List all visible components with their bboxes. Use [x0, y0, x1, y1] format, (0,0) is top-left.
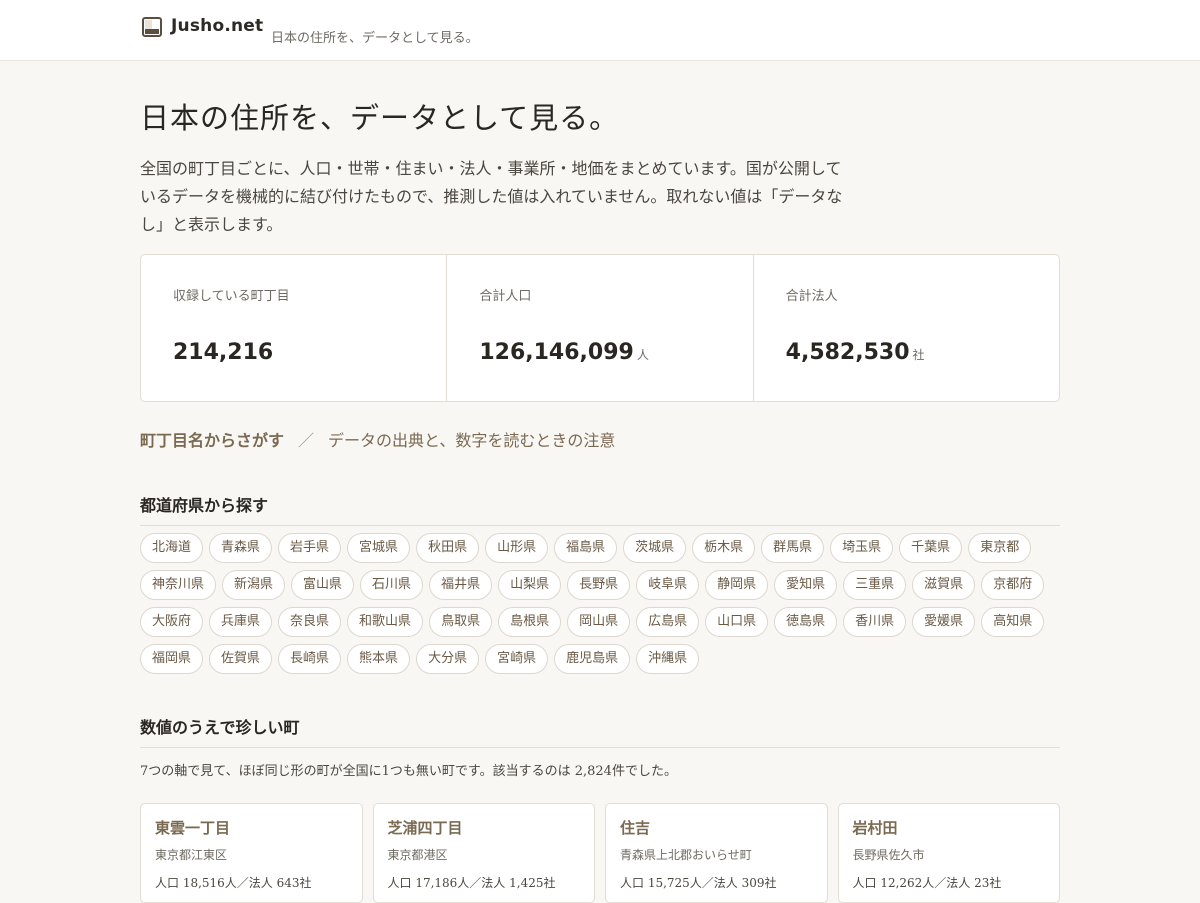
prefecture-link[interactable]: 山形県	[485, 533, 549, 563]
stat-corporations: 合計法人 4,582,530 社	[752, 255, 1059, 401]
prefecture-link[interactable]: 愛知県	[774, 570, 838, 600]
prefecture-link[interactable]: 京都府	[981, 570, 1045, 600]
header-inner: Jusho.net 日本の住所を、データとして見る。	[140, 0, 1060, 60]
stat-label: 合計人口	[479, 289, 532, 304]
prefecture-link[interactable]: 富山県	[291, 570, 355, 600]
stat-value: 126,146,099 人	[479, 340, 649, 365]
prefecture-link[interactable]: 和歌山県	[347, 607, 424, 637]
stat-population: 合計人口 126,146,099 人	[446, 255, 752, 401]
town-card[interactable]: 岩村田 長野県佐久市 人口 12,262人／法人 23社	[837, 803, 1060, 903]
stat-value: 4,582,530 社	[786, 340, 925, 365]
prefecture-link[interactable]: 宮崎県	[485, 644, 549, 674]
town-card[interactable]: 住吉 青森県上北郡おいらせ町 人口 15,725人／法人 309社	[605, 803, 828, 903]
town-name[interactable]: 芝浦四丁目	[388, 817, 595, 838]
prefecture-link[interactable]: 香川県	[843, 607, 907, 637]
prefecture-link[interactable]: 神奈川県	[140, 570, 217, 600]
town-address: 青森県上北郡おいらせ町	[620, 848, 752, 862]
prefecture-link[interactable]: 茨城県	[623, 533, 687, 563]
nav-separator: ／	[298, 431, 315, 450]
stat-towns: 収録している町丁目 214,216	[141, 255, 446, 401]
prefecture-link[interactable]: 滋賀県	[912, 570, 976, 600]
stat-label: 合計法人	[785, 289, 838, 304]
site-brand-link[interactable]: Jusho.net	[171, 16, 263, 36]
prefecture-link[interactable]: 三重県	[843, 570, 907, 600]
prefecture-link[interactable]: 岩手県	[278, 533, 342, 563]
stat-unit: 社	[912, 348, 925, 362]
prefecture-link[interactable]: 石川県	[360, 570, 424, 600]
prefecture-link[interactable]: 鳥取県	[429, 607, 493, 637]
prefecture-list: 北海道 青森県 岩手県 宮城県 秋田県 山形県 福島県 茨城県 栃木県 群馬県 埼玉県 千葉県 東京都神…	[140, 533, 1060, 674]
prefecture-link[interactable]: 奈良県	[278, 607, 342, 637]
page-title: 日本の住所を、データとして見る。	[140, 101, 620, 135]
prefecture-link[interactable]: 福島県	[554, 533, 618, 563]
prefecture-link[interactable]: 北海道	[140, 533, 204, 563]
prefecture-link[interactable]: 青森県	[209, 533, 273, 563]
site-header: Jusho.net 日本の住所を、データとして見る。	[0, 0, 1200, 61]
prefecture-link[interactable]: 東京都	[968, 533, 1032, 563]
town-card[interactable]: 芝浦四丁目 東京都港区 人口 17,186人／法人 1,425社	[372, 803, 595, 903]
stat-value: 214,216	[173, 340, 273, 365]
prefecture-link[interactable]: 埼玉県	[830, 533, 894, 563]
town-address: 東京都江東区	[155, 848, 228, 862]
prefecture-link[interactable]: 沖縄県	[636, 644, 700, 674]
prefecture-link[interactable]: 山梨県	[498, 570, 562, 600]
prefecture-link[interactable]: 千葉県	[899, 533, 963, 563]
prefecture-link[interactable]: 秋田県	[416, 533, 480, 563]
rare-towns-heading: 数値のうえで珍しい町	[140, 714, 1060, 748]
prefecture-link[interactable]: 佐賀県	[209, 644, 273, 674]
stat-number: 126,146,099	[479, 340, 634, 365]
nav-data-sources-link[interactable]: データの出典と、数字を読むときの注意	[328, 431, 615, 450]
rare-towns-description: 7つの軸で見て、ほぼ同じ形の町が全国に1つも無い町です。該当するのは 2,824…	[140, 764, 677, 779]
town-stats: 人口 18,516人／法人 643社	[155, 876, 312, 890]
town-card[interactable]: 東雲一丁目 東京都江東区 人口 18,516人／法人 643社	[140, 803, 363, 903]
prefecture-link[interactable]: 栃木県	[692, 533, 756, 563]
prefecture-link[interactable]: 山口県	[705, 607, 769, 637]
stats-panel: 収録している町丁目 214,216 合計人口 126,146,099 人 合計法人…	[140, 254, 1060, 402]
prefecture-link[interactable]: 広島県	[636, 607, 700, 637]
prefecture-link[interactable]: 静岡県	[705, 570, 769, 600]
prefecture-link[interactable]: 宮城県	[347, 533, 411, 563]
section-nav: 町丁目名からさがす ／ データの出典と、数字を読むときの注意	[140, 427, 615, 451]
town-address: 東京都港区	[387, 848, 448, 862]
prefecture-link[interactable]: 新潟県	[222, 570, 286, 600]
stat-number: 214,216	[173, 340, 274, 365]
prefecture-link[interactable]: 岐阜県	[636, 570, 700, 600]
prefecture-link[interactable]: 長野県	[567, 570, 631, 600]
town-stats: 人口 15,725人／法人 309社	[620, 876, 777, 890]
prefecture-link[interactable]: 長崎県	[278, 644, 342, 674]
prefecture-link[interactable]: 福井県	[429, 570, 493, 600]
site-tagline: 日本の住所を、データとして見る。	[271, 31, 479, 46]
stat-number: 4,582,530	[785, 340, 910, 365]
prefecture-link[interactable]: 島根県	[498, 607, 562, 637]
prefecture-link[interactable]: 愛媛県	[912, 607, 976, 637]
prefecture-link[interactable]: 大阪府	[140, 607, 204, 637]
town-name[interactable]: 住吉	[620, 817, 827, 838]
town-stats: 人口 12,262人／法人 23社	[852, 876, 1002, 890]
stat-unit: 人	[636, 348, 649, 362]
stat-label: 収録している町丁目	[173, 289, 290, 304]
rare-towns-cards: 東雲一丁目 東京都江東区 人口 18,516人／法人 643社 芝浦四丁目 東京…	[140, 803, 1060, 903]
prefecture-link[interactable]: 熊本県	[347, 644, 411, 674]
intro-text: 全国の町丁目ごとに、人口・世帯・住まい・法人・事業所・地価をまとめています。国が…	[140, 159, 843, 234]
prefecture-link[interactable]: 鹿児島県	[554, 644, 631, 674]
prefecture-link[interactable]: 大分県	[416, 644, 480, 674]
prefecture-link[interactable]: 群馬県	[761, 533, 825, 563]
prefectures-heading: 都道府県から探す	[140, 492, 1060, 526]
nav-search-by-name[interactable]: 町丁目名からさがす	[140, 431, 284, 450]
town-name[interactable]: 東雲一丁目	[155, 817, 362, 838]
town-stats: 人口 17,186人／法人 1,425社	[387, 876, 556, 890]
prefecture-link[interactable]: 兵庫県	[209, 607, 273, 637]
prefecture-link[interactable]: 徳島県	[774, 607, 838, 637]
prefecture-link[interactable]: 福岡県	[140, 644, 204, 674]
prefecture-link[interactable]: 岡山県	[567, 607, 631, 637]
map-block-icon[interactable]	[142, 17, 162, 37]
town-address: 長野県佐久市	[852, 848, 925, 862]
town-name[interactable]: 岩村田	[853, 817, 1060, 838]
prefecture-link[interactable]: 高知県	[981, 607, 1045, 637]
